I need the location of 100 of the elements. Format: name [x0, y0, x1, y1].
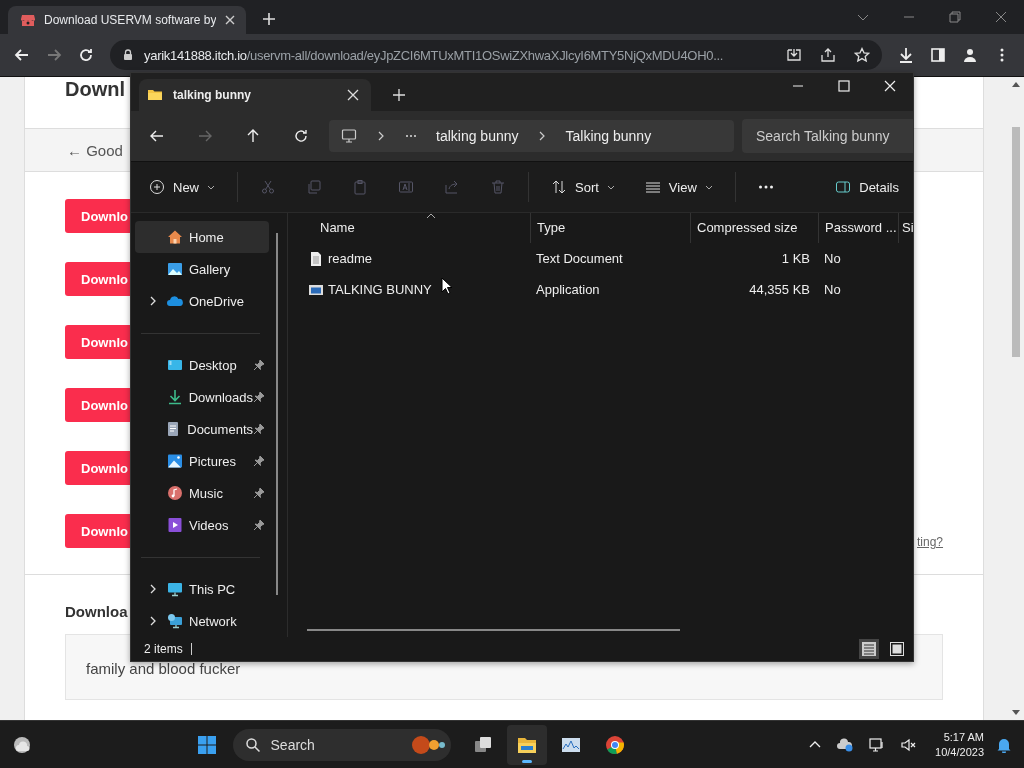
details-view-icon[interactable] [859, 639, 879, 659]
breadcrumb-item[interactable]: Talking bunny [565, 128, 652, 144]
new-tab-icon[interactable] [261, 11, 277, 27]
download-button[interactable]: Downlo [65, 388, 130, 422]
chevron-right-icon [376, 131, 386, 141]
new-button[interactable]: New [149, 175, 215, 199]
file-name[interactable]: TALKING BUNNY [300, 281, 530, 298]
file-name[interactable]: readme [300, 250, 530, 267]
clock-date[interactable]: 10/4/2023 [935, 746, 984, 758]
pin-icon[interactable] [253, 359, 265, 371]
tab-title: Download USERVM software by [44, 13, 216, 27]
profile-icon[interactable] [962, 47, 978, 63]
download-icon[interactable] [898, 47, 914, 63]
file-size: 44,355 KB [748, 282, 811, 297]
column-header[interactable]: Type [530, 213, 690, 243]
close-icon[interactable] [224, 14, 236, 26]
muted-speaker-icon[interactable] [901, 736, 918, 753]
scroll-up-icon[interactable] [1012, 81, 1020, 87]
chevron-right-icon[interactable] [148, 584, 158, 594]
sort-caret-icon [426, 213, 436, 219]
search-field[interactable]: Search Talking bunny [742, 119, 913, 153]
windows-start-icon[interactable] [196, 734, 217, 755]
plus-circle-icon [149, 179, 165, 195]
notification-bell-icon[interactable] [996, 736, 1012, 753]
restore-icon[interactable] [949, 11, 961, 23]
explorer-tab[interactable]: talking bunny [139, 79, 371, 111]
section-heading: Downloa [65, 603, 129, 620]
desktop-icon [167, 357, 183, 373]
up-icon[interactable] [245, 128, 261, 144]
lock-icon [122, 49, 134, 61]
reload-icon[interactable] [78, 47, 94, 63]
pin-icon[interactable] [253, 455, 265, 467]
download-button[interactable]: Downlo [65, 451, 130, 485]
text-file-icon [308, 250, 324, 267]
download-button[interactable]: Downlo [65, 199, 130, 233]
details-button[interactable]: Details [835, 175, 899, 199]
pin-icon[interactable] [253, 423, 265, 435]
taskbar-app[interactable] [506, 724, 547, 765]
nav-item[interactable]: Documents [135, 413, 269, 445]
back-icon[interactable] [149, 128, 165, 144]
cloud-icon[interactable] [837, 736, 854, 753]
comment-text: family and blood fucker [86, 660, 241, 677]
chrome-icon [604, 734, 625, 755]
new-tab-icon[interactable] [393, 89, 405, 101]
forward-icon[interactable] [46, 47, 62, 63]
network-icon[interactable] [869, 736, 886, 753]
maximize-icon[interactable] [838, 80, 850, 92]
side-panel-icon[interactable] [930, 47, 946, 63]
taskbar-search[interactable]: Search [232, 728, 451, 761]
install-icon[interactable] [786, 47, 802, 63]
breadcrumb-item[interactable]: talking bunny [436, 128, 519, 144]
download-button[interactable]: Downlo [65, 262, 130, 296]
column-header[interactable]: Si [898, 213, 938, 243]
nav-item[interactable]: This PC [135, 573, 269, 605]
column-header[interactable]: Name [300, 213, 530, 243]
pin-icon[interactable] [253, 519, 265, 531]
address-box[interactable]: talking bunny Talking bunny [329, 120, 734, 152]
scrollbar-thumb[interactable] [1012, 127, 1020, 357]
password-value: No [823, 251, 842, 266]
url-text: yarik141888.itch.io/uservm-all/download/eyJpZCI6MTUxMTI1OSwiZXhwaXJlcyI6MTY5NjQxMDU4OH0... [144, 47, 725, 63]
view-button[interactable]: View [644, 175, 713, 199]
forward-icon[interactable] [197, 128, 213, 144]
nav-item[interactable]: Downloads [135, 381, 269, 413]
clock-time[interactable]: 5:17 AM [943, 731, 984, 743]
chevron-right-icon[interactable] [148, 616, 158, 626]
back-link[interactable]: ← Good [67, 141, 123, 159]
column-header[interactable]: Compressed size [690, 213, 818, 243]
browser-tab[interactable]: Download USERVM software by [8, 6, 246, 34]
tiles-view-icon[interactable] [887, 639, 907, 659]
nav-item[interactable]: OneDrive [135, 285, 269, 317]
nav-item[interactable]: Desktop [135, 349, 269, 381]
chevron-down-icon [606, 183, 615, 191]
folder-icon [147, 87, 163, 103]
nav-item[interactable]: Gallery [135, 253, 269, 285]
nav-item[interactable]: Home [135, 221, 269, 253]
weather-icon[interactable] [12, 734, 32, 755]
chevron-down-icon [704, 183, 713, 191]
share-icon[interactable] [820, 47, 836, 63]
nav-item[interactable]: Network [135, 605, 269, 637]
column-header[interactable]: Password ... [818, 213, 898, 243]
download-button[interactable]: Downlo [65, 325, 130, 359]
nav-item[interactable]: Music [135, 477, 269, 509]
scroll-down-icon[interactable] [1012, 710, 1020, 716]
chevron-right-icon[interactable] [148, 296, 158, 306]
sort-button[interactable]: Sort [551, 175, 615, 199]
refresh-icon[interactable] [293, 128, 309, 144]
pin-icon[interactable] [253, 487, 265, 499]
support-link[interactable]: ting? [917, 535, 944, 549]
computer-icon [167, 581, 183, 597]
back-icon[interactable] [14, 47, 30, 63]
sort-icon [551, 179, 567, 195]
star-icon[interactable] [854, 47, 870, 63]
file-type: Application [535, 282, 601, 297]
download-button[interactable]: Downlo [65, 514, 130, 548]
scrollbar[interactable] [307, 629, 680, 631]
pin-icon[interactable] [253, 391, 265, 403]
nav-item[interactable]: Videos [135, 509, 269, 541]
nav-item[interactable]: Pictures [135, 445, 269, 477]
address-bar[interactable]: yarik141888.itch.io/uservm-all/download/eyJpZCI6MTUxMTI1OSwiZXhwaXJlcyI6MTY5NjQxMDU4OH0... [110, 40, 882, 70]
music-icon [167, 485, 183, 501]
